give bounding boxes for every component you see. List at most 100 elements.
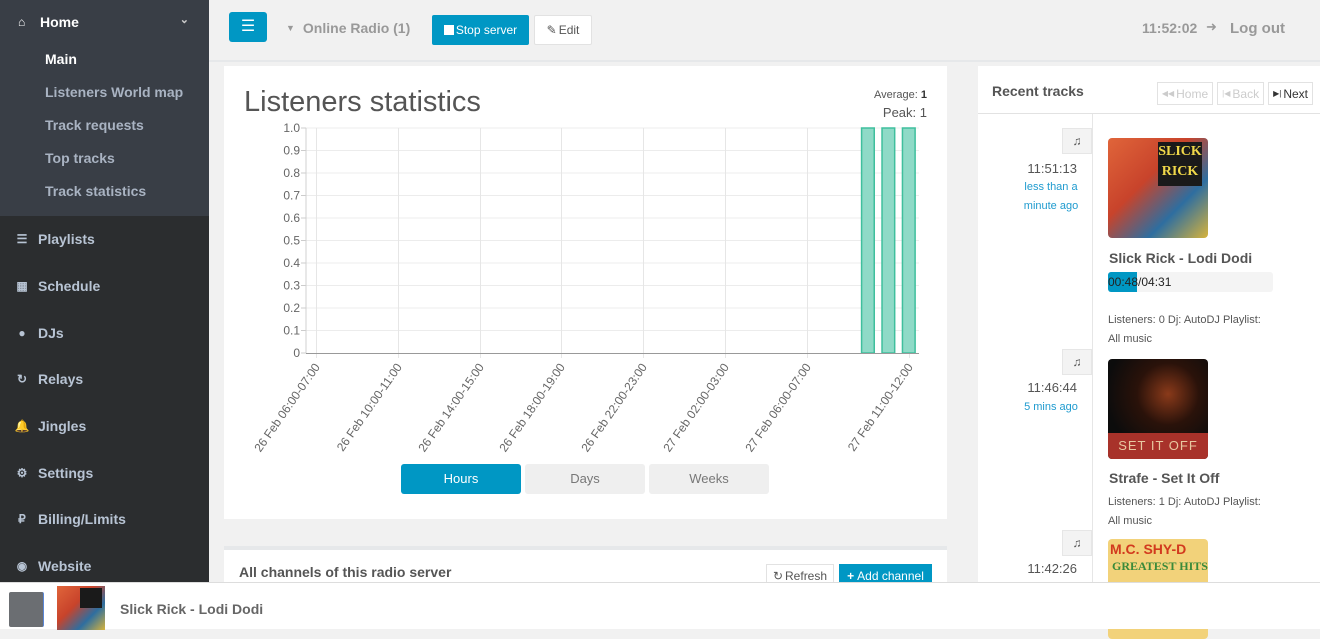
home-icon: ⌂	[18, 14, 26, 29]
sidebar-subitem-track-requests[interactable]: Track requests	[0, 109, 209, 142]
list-icon: ☰	[16, 232, 28, 247]
play-stop-button[interactable]	[9, 592, 44, 627]
sidebar-item-label: Playlists	[38, 231, 95, 248]
radio-name-label: Online Radio (1)	[302, 20, 411, 36]
sidebar-item-schedule[interactable]: ▦ Schedule	[0, 263, 209, 310]
bar	[881, 127, 896, 354]
refresh-icon: ↻	[772, 569, 784, 583]
sidebar-item-home[interactable]: ⌂ Home ⌄	[0, 0, 209, 43]
server-clock: 11:52:02	[1142, 20, 1198, 36]
sidebar-item-label: Website	[38, 558, 92, 575]
pager-home-button[interactable]: ◀◀ Home	[1156, 82, 1214, 105]
y-tick-label: 0	[293, 346, 300, 360]
add-channel-label: Add channel	[857, 569, 924, 583]
sidebar-item-jingles[interactable]: 🔔 Jingles	[0, 403, 209, 450]
hamburger-icon: ☰	[240, 18, 256, 35]
sidebar-nav: ☰ Playlists ▦ Schedule ● DJs ↻ Relays 🔔 Jingles ⚙ S…	[0, 216, 209, 590]
gears-icon: ⚙	[16, 465, 28, 480]
x-tick-label: 27 Feb 11:00-12:00	[845, 360, 916, 453]
sidebar-item-playlists[interactable]: ☰ Playlists	[0, 216, 209, 263]
listeners-chart: 0 0.1 0.2 0.3 0.4 0.5 0.6 0.7 0.8 0.9 1.0 26 Feb 06…	[251, 121, 919, 455]
track-meta: Listeners: 1 Dj: AutoDJ Playlist: All mus…	[1108, 493, 1288, 531]
step-forward-icon: ▶|	[1273, 89, 1282, 98]
radio-selector[interactable]: ▼ Online Radio (1)	[286, 20, 410, 36]
music-note-icon: ♫	[1062, 530, 1092, 556]
cover-title: SET IT OFF	[1108, 433, 1208, 459]
divider	[978, 113, 1320, 114]
sidebar-item-djs[interactable]: ● DJs	[0, 309, 209, 356]
pager-next-button[interactable]: ▶| Next	[1268, 82, 1313, 105]
range-days-button[interactable]: Days	[525, 464, 645, 494]
track-name[interactable]: Strafe - Set It Off	[1109, 470, 1219, 486]
y-tick-label: 1.0	[283, 121, 300, 135]
channels-panel: All channels of this radio server ↻ Refre…	[224, 546, 947, 588]
bar	[860, 127, 876, 354]
recent-tracks-title: Recent tracks	[992, 83, 1084, 99]
logout-icon[interactable]: ➜	[1206, 19, 1217, 35]
sidebar-subitem-listeners-world-map[interactable]: Listeners World map	[0, 76, 209, 109]
channels-title: All channels of this radio server	[239, 564, 452, 580]
ruble-icon: ₽	[18, 512, 26, 527]
music-note-icon: ♫	[1062, 128, 1092, 154]
recent-tracks-panel: Recent tracks ◀◀ Home |◀ Back ▶| Next ♫ 11:…	[978, 66, 1320, 639]
player-track-title: Slick Rick - Lodi Dodi	[120, 601, 264, 617]
sidebar-item-relays[interactable]: ↻ Relays	[0, 356, 209, 403]
topbar: ☰ ▼ Online Radio (1) Stop server ✎ Edit 11…	[209, 0, 1320, 62]
stop-server-button[interactable]: Stop server	[432, 15, 529, 45]
cover-subtitle: GREATEST HITS	[1112, 559, 1208, 573]
album-cover: SET IT OFF	[1108, 359, 1208, 459]
bell-icon: 🔔	[14, 419, 30, 434]
track-time: 11:46:44	[1027, 380, 1077, 395]
track-time: 11:51:13	[1027, 161, 1077, 176]
stop-icon	[443, 25, 454, 35]
sidebar-subitem-main[interactable]: Main	[0, 43, 209, 76]
menu-toggle-button[interactable]: ☰	[229, 12, 267, 42]
sidebar-subitem-top-tracks[interactable]: Top tracks	[0, 142, 209, 175]
listeners-statistics-panel: Listeners statistics Average: 1 Peak: 1 …	[224, 66, 947, 519]
range-weeks-button[interactable]: Weeks	[649, 464, 769, 494]
step-backward-icon: |◀	[1222, 89, 1231, 98]
pager-back-button[interactable]: |◀ Back	[1217, 82, 1265, 105]
recent-pager: ◀◀ Home |◀ Back ▶| Next	[1156, 82, 1320, 105]
y-tick-label: 0.9	[283, 144, 300, 158]
music-note-icon: ♫	[1062, 349, 1092, 375]
fast-backward-icon: ◀◀	[1161, 89, 1175, 98]
sidebar-subitem-track-statistics[interactable]: Track statistics	[0, 175, 209, 208]
track-ago-line: less than a	[1024, 181, 1078, 193]
pager-next-label: Next	[1283, 86, 1308, 101]
plus-icon: +	[847, 569, 855, 583]
track-ago-line: minute ago	[1023, 200, 1079, 212]
refresh-icon: ↻	[16, 372, 28, 387]
track-meta-line: All music	[1108, 333, 1153, 345]
y-tick-label: 0.5	[283, 234, 300, 248]
y-tick-label: 0.6	[283, 211, 300, 225]
range-button-group: Hours Days Weeks	[401, 464, 769, 494]
range-hours-button[interactable]: Hours	[401, 464, 521, 494]
logout-link[interactable]: Log out	[1230, 20, 1285, 37]
track-name[interactable]: Slick Rick - Lodi Dodi	[1109, 250, 1252, 266]
player-bar: Slick Rick - Lodi Dodi	[0, 582, 1320, 630]
edit-icon: ✎	[546, 23, 557, 37]
edit-button[interactable]: ✎ Edit	[534, 15, 592, 45]
album-cover: SLICK RICK	[1108, 138, 1208, 238]
sidebar-item-label: Settings	[38, 464, 94, 481]
y-tick-label: 0.8	[283, 166, 300, 180]
sidebar-item-billing-limits[interactable]: ₽ Billing/Limits	[0, 496, 209, 543]
user-icon: ●	[18, 325, 26, 340]
track-progress: 00:48/04:31	[1108, 272, 1273, 292]
edit-label: Edit	[558, 23, 580, 37]
timeline-line	[1092, 114, 1093, 586]
sidebar-item-settings[interactable]: ⚙ Settings	[0, 449, 209, 496]
x-tick-label: 26 Feb 18:00-19:00	[496, 360, 568, 454]
globe-icon: ◉	[16, 559, 28, 574]
track-meta-line: All music	[1108, 515, 1153, 527]
track-time: 11:42:26	[1027, 561, 1077, 576]
x-tick-label: 26 Feb 22:00-23:00	[578, 360, 650, 454]
chevron-down-icon: ⌄	[179, 14, 189, 26]
track-meta-line: Listeners: 0 Dj: AutoDJ Playlist:	[1108, 314, 1261, 326]
track-meta-line: Listeners: 1 Dj: AutoDJ Playlist:	[1108, 496, 1261, 508]
stop-server-label: Stop server	[455, 23, 518, 37]
sidebar-home-group: ⌂ Home ⌄ Main Listeners World map Track …	[0, 0, 209, 216]
calendar-icon: ▦	[16, 279, 28, 294]
sidebar-item-label: Jingles	[38, 418, 87, 435]
